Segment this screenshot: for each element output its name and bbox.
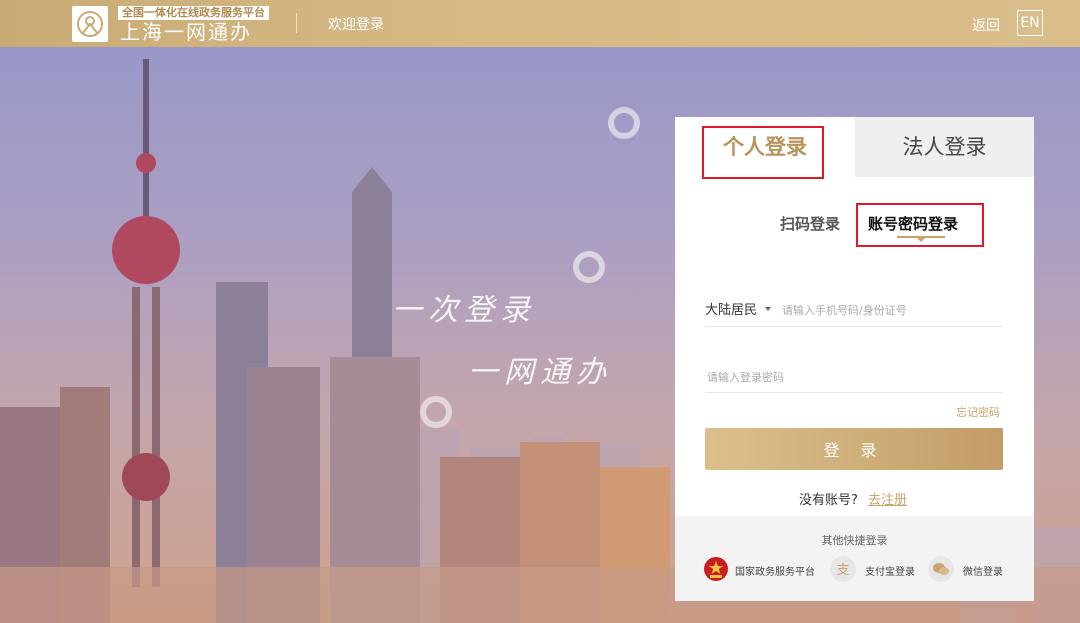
login-panel: 个人登录 法人登录 扫码登录 账号密码登录 大陆居民 忘记密码 登 录 没有账号… — [675, 117, 1034, 601]
language-toggle-button[interactable]: EN — [1017, 10, 1043, 36]
tab-legal-login[interactable]: 法人登录 — [855, 117, 1034, 177]
top-header: 全国一体化在线政务服务平台 上海一网通办 欢迎登录 返回 EN — [0, 0, 1080, 47]
logo-title: 上海一网通办 — [120, 20, 252, 44]
logo-tagline: 全国一体化在线政务服务平台 — [118, 6, 269, 20]
register-link[interactable]: 去注册 — [868, 489, 907, 508]
account-field: 大陆居民 — [705, 294, 1004, 327]
quick-login-alipay[interactable]: 支 支付宝登录 — [830, 554, 930, 584]
national-emblem-icon — [704, 557, 728, 581]
quick-login-wechat-label: 微信登录 — [963, 567, 1003, 578]
svg-text:支: 支 — [836, 563, 849, 578]
forgot-password-link[interactable]: 忘记密码 — [956, 404, 1000, 420]
welcome-text: 欢迎登录 — [328, 17, 384, 33]
back-link[interactable]: 返回 — [972, 15, 1000, 35]
slogan-line-2: 一网通办 — [468, 355, 612, 390]
login-button[interactable]: 登 录 — [705, 428, 1003, 470]
password-field — [705, 361, 1003, 393]
highlight-box-password-subtab — [856, 203, 984, 247]
logo[interactable] — [72, 6, 108, 42]
alipay-icon: 支 — [830, 556, 856, 582]
slogan-line-1: 一次登录 — [392, 293, 536, 328]
header-divider — [296, 13, 297, 33]
password-input[interactable] — [705, 367, 999, 387]
no-account-text: 没有账号? — [799, 493, 858, 508]
caret-down-icon[interactable] — [765, 307, 771, 311]
quick-login-section: 其他快捷登录 国家政务服务平台 支 支付宝登录 微信登录 — [675, 516, 1034, 601]
wechat-icon — [928, 556, 954, 582]
quick-login-national[interactable]: 国家政务服务平台 — [703, 554, 823, 584]
region-select[interactable]: 大陆居民 — [705, 299, 757, 318]
highlight-box-personal-tab — [702, 126, 824, 179]
quick-login-title: 其他快捷登录 — [821, 534, 888, 547]
subtab-qr-login[interactable]: 扫码登录 — [780, 213, 840, 234]
logo-icon — [77, 11, 103, 37]
quick-login-national-label: 国家政务服务平台 — [735, 567, 815, 578]
quick-login-wechat[interactable]: 微信登录 — [928, 554, 1018, 584]
quick-login-alipay-label: 支付宝登录 — [865, 567, 915, 578]
account-input[interactable] — [780, 300, 1004, 320]
